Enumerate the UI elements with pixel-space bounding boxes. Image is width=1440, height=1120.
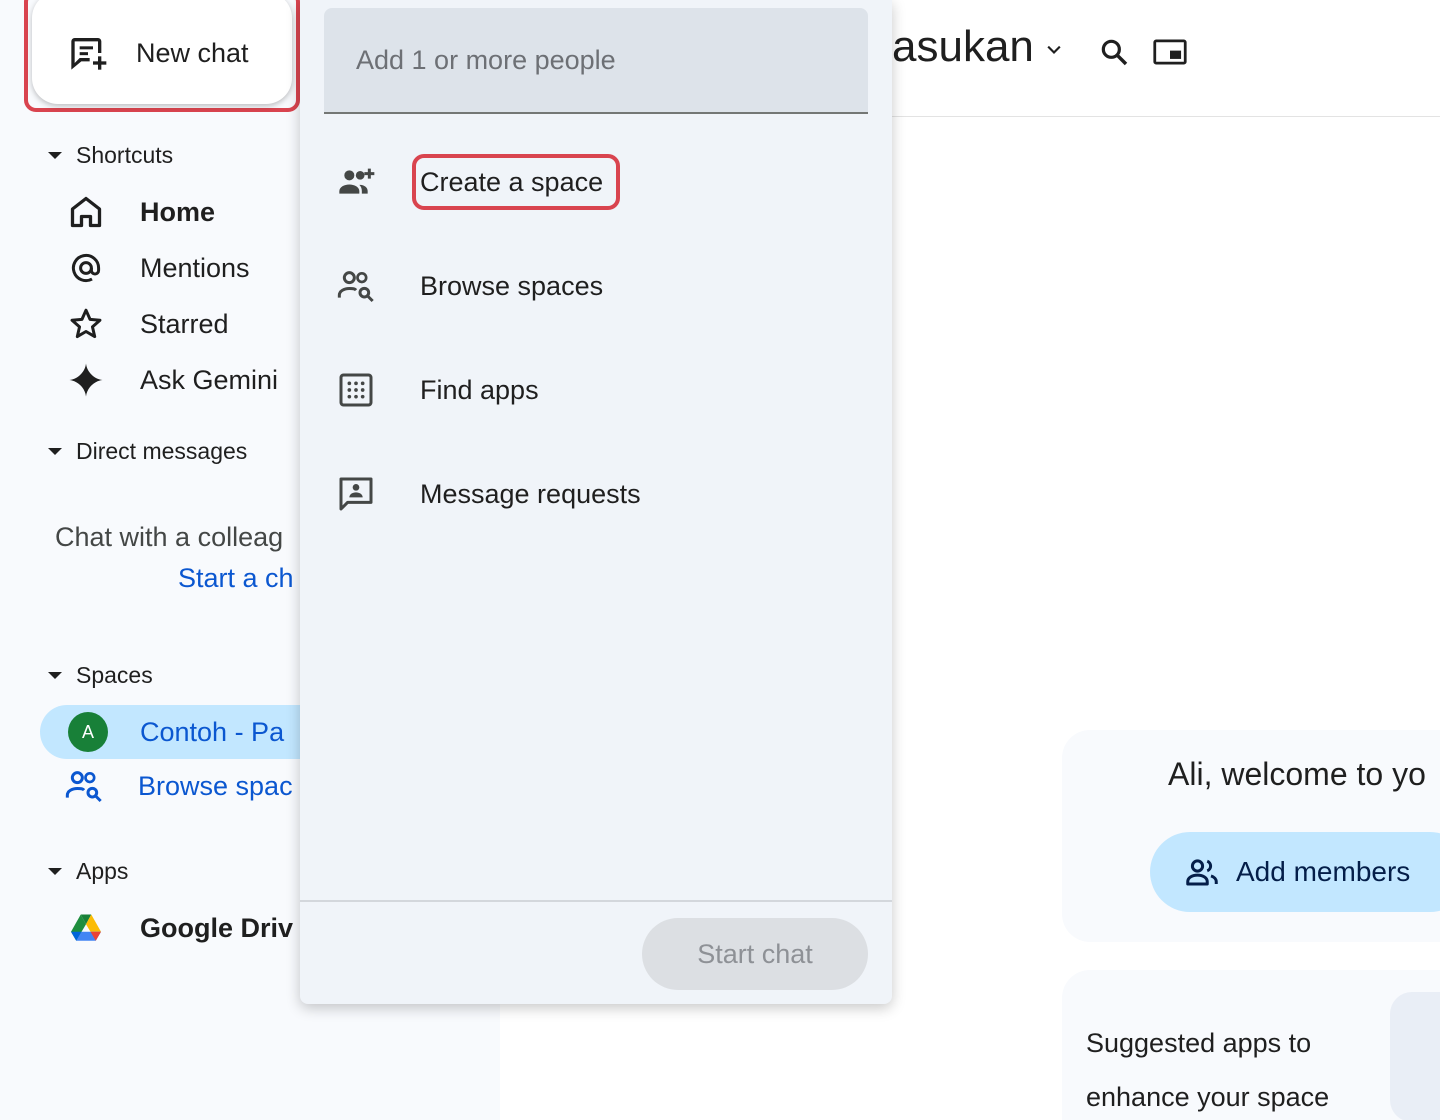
- at-icon: [64, 246, 108, 290]
- space-item-label: Contoh - Pa: [140, 716, 285, 747]
- shortcuts-header-label: Shortcuts: [76, 142, 174, 168]
- nav-item-label: Home: [140, 196, 216, 227]
- apps-section-header[interactable]: Apps: [48, 858, 128, 885]
- chevron-down-icon[interactable]: [1044, 40, 1064, 60]
- start-chat-button[interactable]: Start chat: [642, 918, 868, 990]
- new-chat-button[interactable]: New chat: [32, 0, 292, 104]
- menu-item-label: Message requests: [420, 478, 641, 509]
- app-item-label: Google Driv: [140, 912, 294, 943]
- start-chat-link[interactable]: Start a ch: [178, 563, 294, 594]
- create-space-highlight: [412, 154, 620, 210]
- app-item-google-drive[interactable]: Google Driv: [64, 906, 293, 950]
- star-icon: [64, 302, 108, 346]
- menu-item-label: Browse spaces: [420, 270, 604, 301]
- menu-item-label: Find apps: [420, 374, 539, 405]
- sparkle-icon: [64, 358, 108, 402]
- group-search-icon: [324, 266, 388, 306]
- suggested-app-tile[interactable]: [1390, 992, 1440, 1120]
- apps-header-label: Apps: [76, 858, 129, 884]
- direct-messages-section-header[interactable]: Direct messages: [48, 438, 247, 465]
- shortcuts-section-header[interactable]: Shortcuts: [48, 142, 173, 169]
- new-chat-menu: Create a space Browse spaces: [300, 0, 892, 1004]
- popup-divider: [300, 900, 892, 902]
- direct-messages-header-label: Direct messages: [76, 438, 248, 464]
- space-title[interactable]: asukan: [892, 22, 1034, 72]
- add-people-input[interactable]: [356, 44, 868, 76]
- new-chat-icon: [71, 38, 107, 70]
- caret-down-icon: [48, 672, 62, 679]
- dm-empty-text: Chat with a colleag: [55, 522, 284, 552]
- message-request-icon: [324, 474, 388, 514]
- header-divider: [892, 116, 1440, 117]
- browse-spaces-label: Browse spac: [138, 770, 293, 801]
- caret-down-icon: [48, 448, 62, 455]
- avatar: A: [68, 712, 108, 752]
- group-add-icon: [324, 162, 388, 202]
- browse-spaces-link[interactable]: Browse spac: [64, 766, 293, 806]
- nav-item-starred[interactable]: Starred: [64, 302, 229, 346]
- menu-item-browse-spaces[interactable]: Browse spaces: [324, 246, 868, 326]
- nav-item-home[interactable]: Home: [64, 190, 215, 234]
- add-members-label: Add members: [1236, 856, 1411, 887]
- welcome-text: Ali, welcome to yo: [1168, 756, 1426, 792]
- google-drive-icon: [64, 906, 108, 950]
- picture-in-picture-icon[interactable]: [1152, 36, 1188, 68]
- caret-down-icon: [48, 868, 62, 875]
- nav-item-label: Ask Gemini: [140, 364, 279, 395]
- caret-down-icon: [48, 152, 62, 159]
- home-icon: [64, 190, 108, 234]
- suggested-apps-text: Suggested apps to enhance your space: [1086, 1028, 1330, 1112]
- apps-grid-icon: [324, 370, 388, 410]
- add-members-button[interactable]: Add members: [1150, 832, 1440, 912]
- nav-item-label: Starred: [140, 308, 229, 339]
- add-members-icon: [1186, 859, 1218, 886]
- group-search-icon: [65, 771, 102, 803]
- add-people-field[interactable]: [324, 8, 868, 114]
- menu-item-find-apps[interactable]: Find apps: [324, 350, 868, 430]
- nav-item-ask-gemini[interactable]: Ask Gemini: [64, 358, 278, 402]
- new-chat-label: New chat: [136, 37, 249, 68]
- nav-item-mentions[interactable]: Mentions: [64, 246, 250, 290]
- spaces-header-label: Spaces: [76, 662, 153, 688]
- search-icon[interactable]: [1098, 36, 1130, 68]
- spaces-section-header[interactable]: Spaces: [48, 662, 153, 689]
- nav-item-label: Mentions: [140, 252, 250, 283]
- menu-item-message-requests[interactable]: Message requests: [324, 454, 868, 534]
